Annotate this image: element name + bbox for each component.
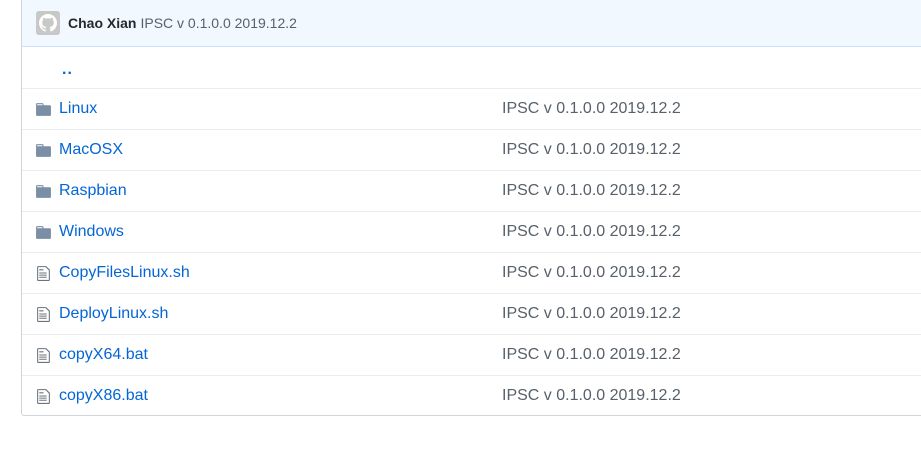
commit-message-link[interactable]: IPSC v 0.1.0.0 2019.12.2 bbox=[502, 100, 681, 118]
folder-link[interactable]: Windows bbox=[59, 223, 124, 241]
folder-icon bbox=[35, 183, 52, 200]
file-row: MacOSX IPSC v 0.1.0.0 2019.12.2 bbox=[22, 129, 921, 170]
file-text-icon bbox=[35, 306, 52, 323]
folder-icon bbox=[35, 224, 52, 241]
file-row: Raspbian IPSC v 0.1.0.0 2019.12.2 bbox=[22, 170, 921, 211]
parent-directory-row: .. bbox=[22, 47, 921, 88]
file-row: Linux IPSC v 0.1.0.0 2019.12.2 bbox=[22, 88, 921, 129]
parent-directory-link[interactable]: .. bbox=[62, 61, 73, 79]
file-text-icon bbox=[35, 388, 52, 405]
folder-link[interactable]: Linux bbox=[59, 100, 97, 118]
commit-message-link[interactable]: IPSC v 0.1.0.0 2019.12.2 bbox=[502, 141, 681, 159]
github-octocat-icon bbox=[39, 14, 57, 32]
file-text-icon bbox=[35, 265, 52, 282]
latest-commit-bar: Chao Xian IPSC v 0.1.0.0 2019.12.2 bbox=[22, 0, 921, 47]
file-row: copyX64.bat IPSC v 0.1.0.0 2019.12.2 bbox=[22, 334, 921, 375]
file-browser: Chao Xian IPSC v 0.1.0.0 2019.12.2 .. Li… bbox=[21, 0, 921, 416]
folder-icon bbox=[35, 101, 52, 118]
folder-link[interactable]: Raspbian bbox=[59, 182, 127, 200]
file-text-icon bbox=[35, 347, 52, 364]
commit-message-link[interactable]: IPSC v 0.1.0.0 2019.12.2 bbox=[502, 223, 681, 241]
folder-icon bbox=[35, 142, 52, 159]
file-row: CopyFilesLinux.sh IPSC v 0.1.0.0 2019.12.… bbox=[22, 252, 921, 293]
avatar[interactable] bbox=[36, 11, 60, 35]
file-link[interactable]: DeployLinux.sh bbox=[59, 305, 168, 323]
commit-message-link[interactable]: IPSC v 0.1.0.0 2019.12.2 bbox=[502, 346, 681, 364]
file-row: copyX86.bat IPSC v 0.1.0.0 2019.12.2 bbox=[22, 375, 921, 415]
commit-author[interactable]: Chao Xian bbox=[68, 15, 136, 31]
file-link[interactable]: copyX86.bat bbox=[59, 387, 148, 405]
commit-message-link[interactable]: IPSC v 0.1.0.0 2019.12.2 bbox=[502, 264, 681, 282]
file-link[interactable]: copyX64.bat bbox=[59, 346, 148, 364]
file-link[interactable]: CopyFilesLinux.sh bbox=[59, 264, 190, 282]
folder-link[interactable]: MacOSX bbox=[59, 141, 123, 159]
commit-message-link[interactable]: IPSC v 0.1.0.0 2019.12.2 bbox=[502, 182, 681, 200]
file-row: DeployLinux.sh IPSC v 0.1.0.0 2019.12.2 bbox=[22, 293, 921, 334]
file-row: Windows IPSC v 0.1.0.0 2019.12.2 bbox=[22, 211, 921, 252]
commit-message-link[interactable]: IPSC v 0.1.0.0 2019.12.2 bbox=[502, 387, 681, 405]
commit-message[interactable]: IPSC v 0.1.0.0 2019.12.2 bbox=[140, 15, 296, 31]
commit-message-link[interactable]: IPSC v 0.1.0.0 2019.12.2 bbox=[502, 305, 681, 323]
